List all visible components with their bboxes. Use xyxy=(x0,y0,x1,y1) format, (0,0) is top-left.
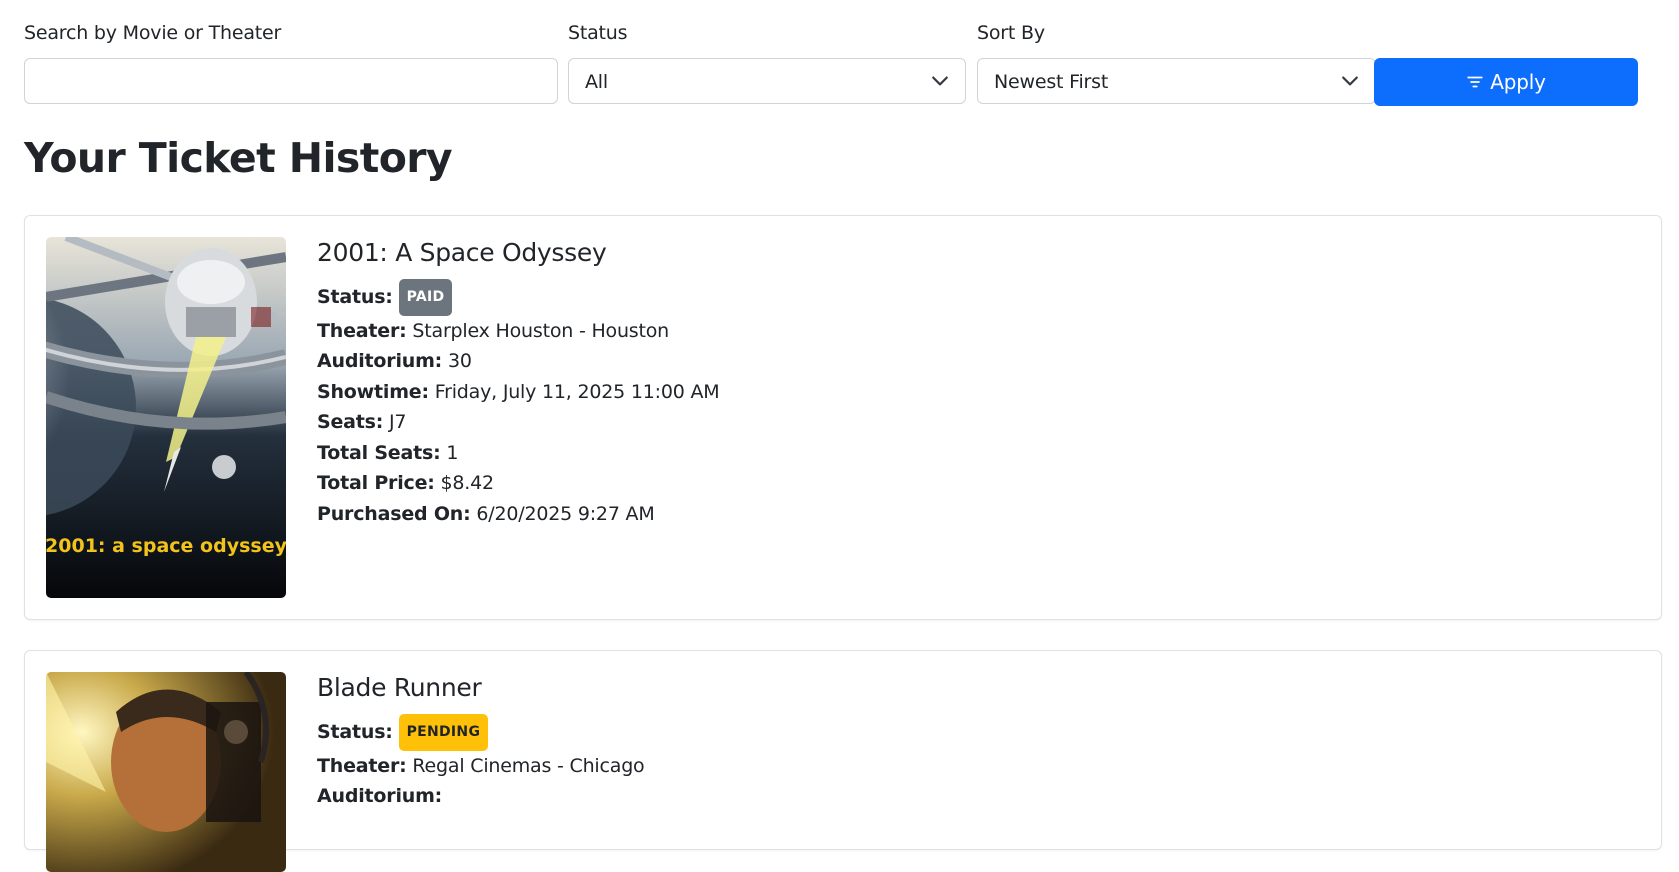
status-badge: PAID xyxy=(398,279,453,316)
movie-poster xyxy=(46,672,286,872)
seats-value: J7 xyxy=(389,411,407,433)
apply-button-label: Apply xyxy=(1490,70,1546,94)
seats-row: Seats: J7 xyxy=(317,411,407,433)
ticket-info: 2001: A Space Odyssey Status: PAID Theat… xyxy=(317,238,720,529)
filter-icon xyxy=(1467,76,1483,88)
status-label: Status xyxy=(568,22,628,44)
apply-button[interactable]: Apply xyxy=(1374,58,1638,106)
movie-poster: 2001: a space odyssey xyxy=(46,237,286,598)
theater-value: Starplex Houston - Houston xyxy=(412,319,670,342)
sort-label: Sort By xyxy=(977,22,1045,44)
chevron-down-icon xyxy=(1342,76,1358,86)
status-row: Status: PENDING xyxy=(317,714,644,751)
status-badge: PENDING xyxy=(398,714,489,751)
total-price-value: $8.42 xyxy=(440,472,495,494)
ticket-card: Blade Runner Status: PENDING Theater: Re… xyxy=(24,650,1662,872)
sort-select[interactable]: Newest First xyxy=(977,58,1376,104)
ticket-info: Blade Runner Status: PENDING Theater: Re… xyxy=(317,673,645,812)
movie-title: Blade Runner xyxy=(317,673,482,702)
purchased-on-row: Purchased On: 6/20/2025 9:27 AM xyxy=(317,502,655,525)
status-row: Status: PAID xyxy=(317,279,719,316)
page-title: Your Ticket History xyxy=(24,134,453,182)
showtime-value: Friday, July 11, 2025 11:00 AM xyxy=(434,380,720,403)
poster-title-text: 2001: a space odyssey xyxy=(46,535,286,557)
theater-row: Theater: Starplex Houston - Houston xyxy=(317,319,670,342)
showtime-row: Showtime: Friday, July 11, 2025 11:00 AM xyxy=(317,380,720,403)
theater-value: Regal Cinemas - Chicago xyxy=(412,754,645,777)
auditorium-row: Auditorium: 30 xyxy=(317,350,472,372)
total-seats-value: 1 xyxy=(446,441,459,464)
search-input[interactable] xyxy=(25,59,557,103)
theater-row: Theater: Regal Cinemas - Chicago xyxy=(317,754,645,777)
ticket-card: 2001: a space odyssey 2001: A Space Odys… xyxy=(24,215,1662,620)
status-select[interactable]: All xyxy=(568,58,966,104)
total-seats-row: Total Seats: 1 xyxy=(317,441,459,464)
status-select-value: All xyxy=(585,71,608,93)
sort-select-value: Newest First xyxy=(994,71,1109,93)
chevron-down-icon xyxy=(932,76,948,86)
search-label: Search by Movie or Theater xyxy=(24,22,282,44)
purchased-on-value: 6/20/2025 9:27 AM xyxy=(476,502,655,525)
auditorium-value: 30 xyxy=(447,350,472,372)
auditorium-row: Auditorium: xyxy=(317,785,443,807)
total-price-row: Total Price: $8.42 xyxy=(317,472,495,494)
movie-title: 2001: A Space Odyssey xyxy=(317,238,607,267)
search-field-container xyxy=(24,58,558,104)
